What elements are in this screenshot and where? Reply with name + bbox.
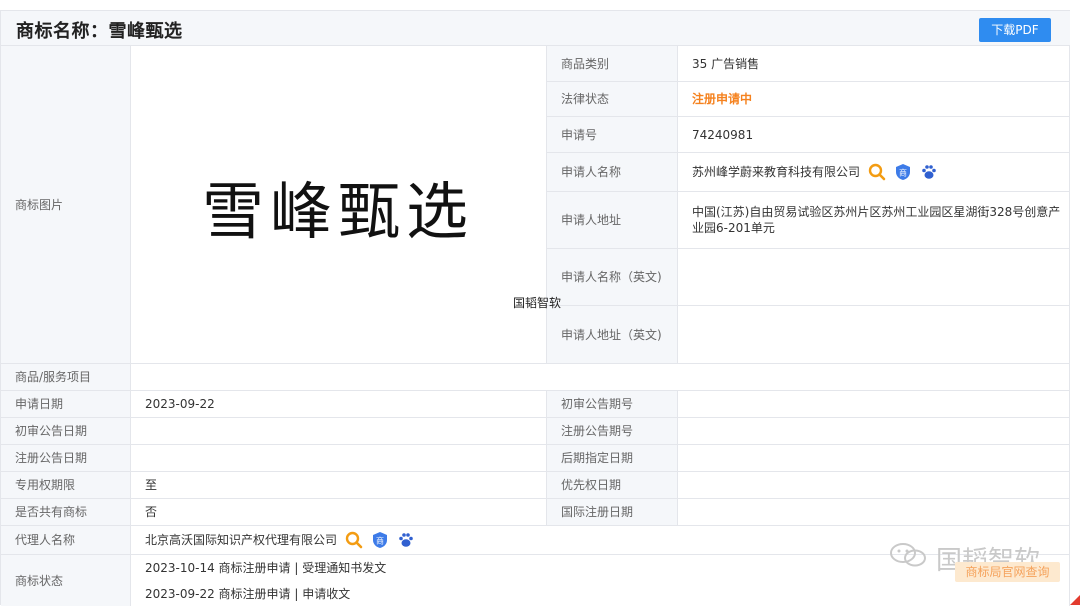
svg-text:商: 商 (899, 168, 907, 178)
category-label: 商品类别 (547, 46, 678, 82)
reg-issue-no-value (678, 418, 1070, 445)
category-value: 35 广告销售 (678, 46, 1070, 82)
shield-icon[interactable]: 商 (894, 163, 912, 181)
applicant-address-label: 申请人地址 (547, 192, 678, 249)
application-date-label: 申请日期 (1, 391, 131, 418)
applicant-name-label: 申请人名称 (547, 153, 678, 192)
legal-status-value: 注册申请中 (678, 82, 1070, 117)
download-pdf-button[interactable]: 下载PDF (979, 18, 1051, 42)
later-designation-label: 后期指定日期 (547, 445, 678, 472)
applicant-address-en-value (678, 306, 1070, 364)
goods-services-value (131, 364, 1070, 391)
watermark-text: 国韬智软 (513, 296, 562, 310)
priority-date-label: 优先权日期 (547, 472, 678, 499)
trademark-mark-text: 雪峰甄选 (201, 175, 474, 248)
status-item: 2023-10-14 商标注册申请 | 受理通知书发文 (145, 560, 387, 575)
shield-icon[interactable]: 商 (371, 531, 389, 549)
applicant-name-en-label: 申请人名称（英文) (547, 249, 678, 306)
application-number-label: 申请号 (547, 117, 678, 153)
prelim-date-value (131, 418, 547, 445)
search-icon[interactable] (868, 163, 886, 181)
page-title: 商标名称：雪峰甄选 (16, 21, 183, 42)
intl-reg-date-value (678, 499, 1070, 526)
intl-reg-date-label: 国际注册日期 (547, 499, 678, 526)
paw-icon[interactable] (397, 531, 415, 549)
reg-date-value (131, 445, 547, 472)
trademark-status-label: 商标状态 (1, 555, 131, 606)
applicant-name-row: 苏州峰学蔚来教育科技有限公司 商 (678, 153, 1070, 192)
panel-header: 商标名称：雪峰甄选 下载PDF (1, 11, 1070, 46)
goods-services-label: 商品/服务项目 (1, 364, 131, 391)
applicant-address-en-label: 申请人地址（英文) (547, 306, 678, 364)
image-label: 商标图片 (1, 46, 131, 364)
applicant-name-en-value (678, 249, 1070, 306)
paw-icon[interactable] (920, 163, 938, 181)
applicant-address-value: 中国(江苏)自由贸易试验区苏州片区苏州工业园区星湖街328号创意产业园6-201… (678, 192, 1070, 249)
svg-text:商: 商 (376, 536, 384, 546)
official-query-button[interactable]: 商标局官网查询 (955, 562, 1060, 582)
prelim-issue-no-label: 初审公告期号 (547, 391, 678, 418)
shared-mark-value: 否 (131, 499, 547, 526)
status-item: 2023-09-22 商标注册申请 | 申请收文 (145, 586, 351, 601)
corner-marker (1070, 595, 1080, 605)
agent-label: 代理人名称 (1, 526, 131, 555)
application-number-value: 74240981 (678, 117, 1070, 153)
application-date-value: 2023-09-22 (131, 391, 547, 418)
applicant-name-value: 苏州峰学蔚来教育科技有限公司 (692, 165, 861, 179)
exclusive-term-value: 至 (131, 472, 547, 499)
wechat-icon (888, 540, 928, 577)
priority-date-value (678, 472, 1070, 499)
legal-status-label: 法律状态 (547, 82, 678, 117)
search-icon[interactable] (345, 531, 363, 549)
later-designation-value (678, 445, 1070, 472)
shared-mark-label: 是否共有商标 (1, 499, 131, 526)
reg-date-label: 注册公告日期 (1, 445, 131, 472)
agent-value: 北京高沃国际知识产权代理有限公司 (145, 533, 338, 547)
prelim-issue-no-value (678, 391, 1070, 418)
exclusive-term-label: 专用权期限 (1, 472, 131, 499)
reg-issue-no-label: 注册公告期号 (547, 418, 678, 445)
prelim-date-label: 初审公告日期 (1, 418, 131, 445)
